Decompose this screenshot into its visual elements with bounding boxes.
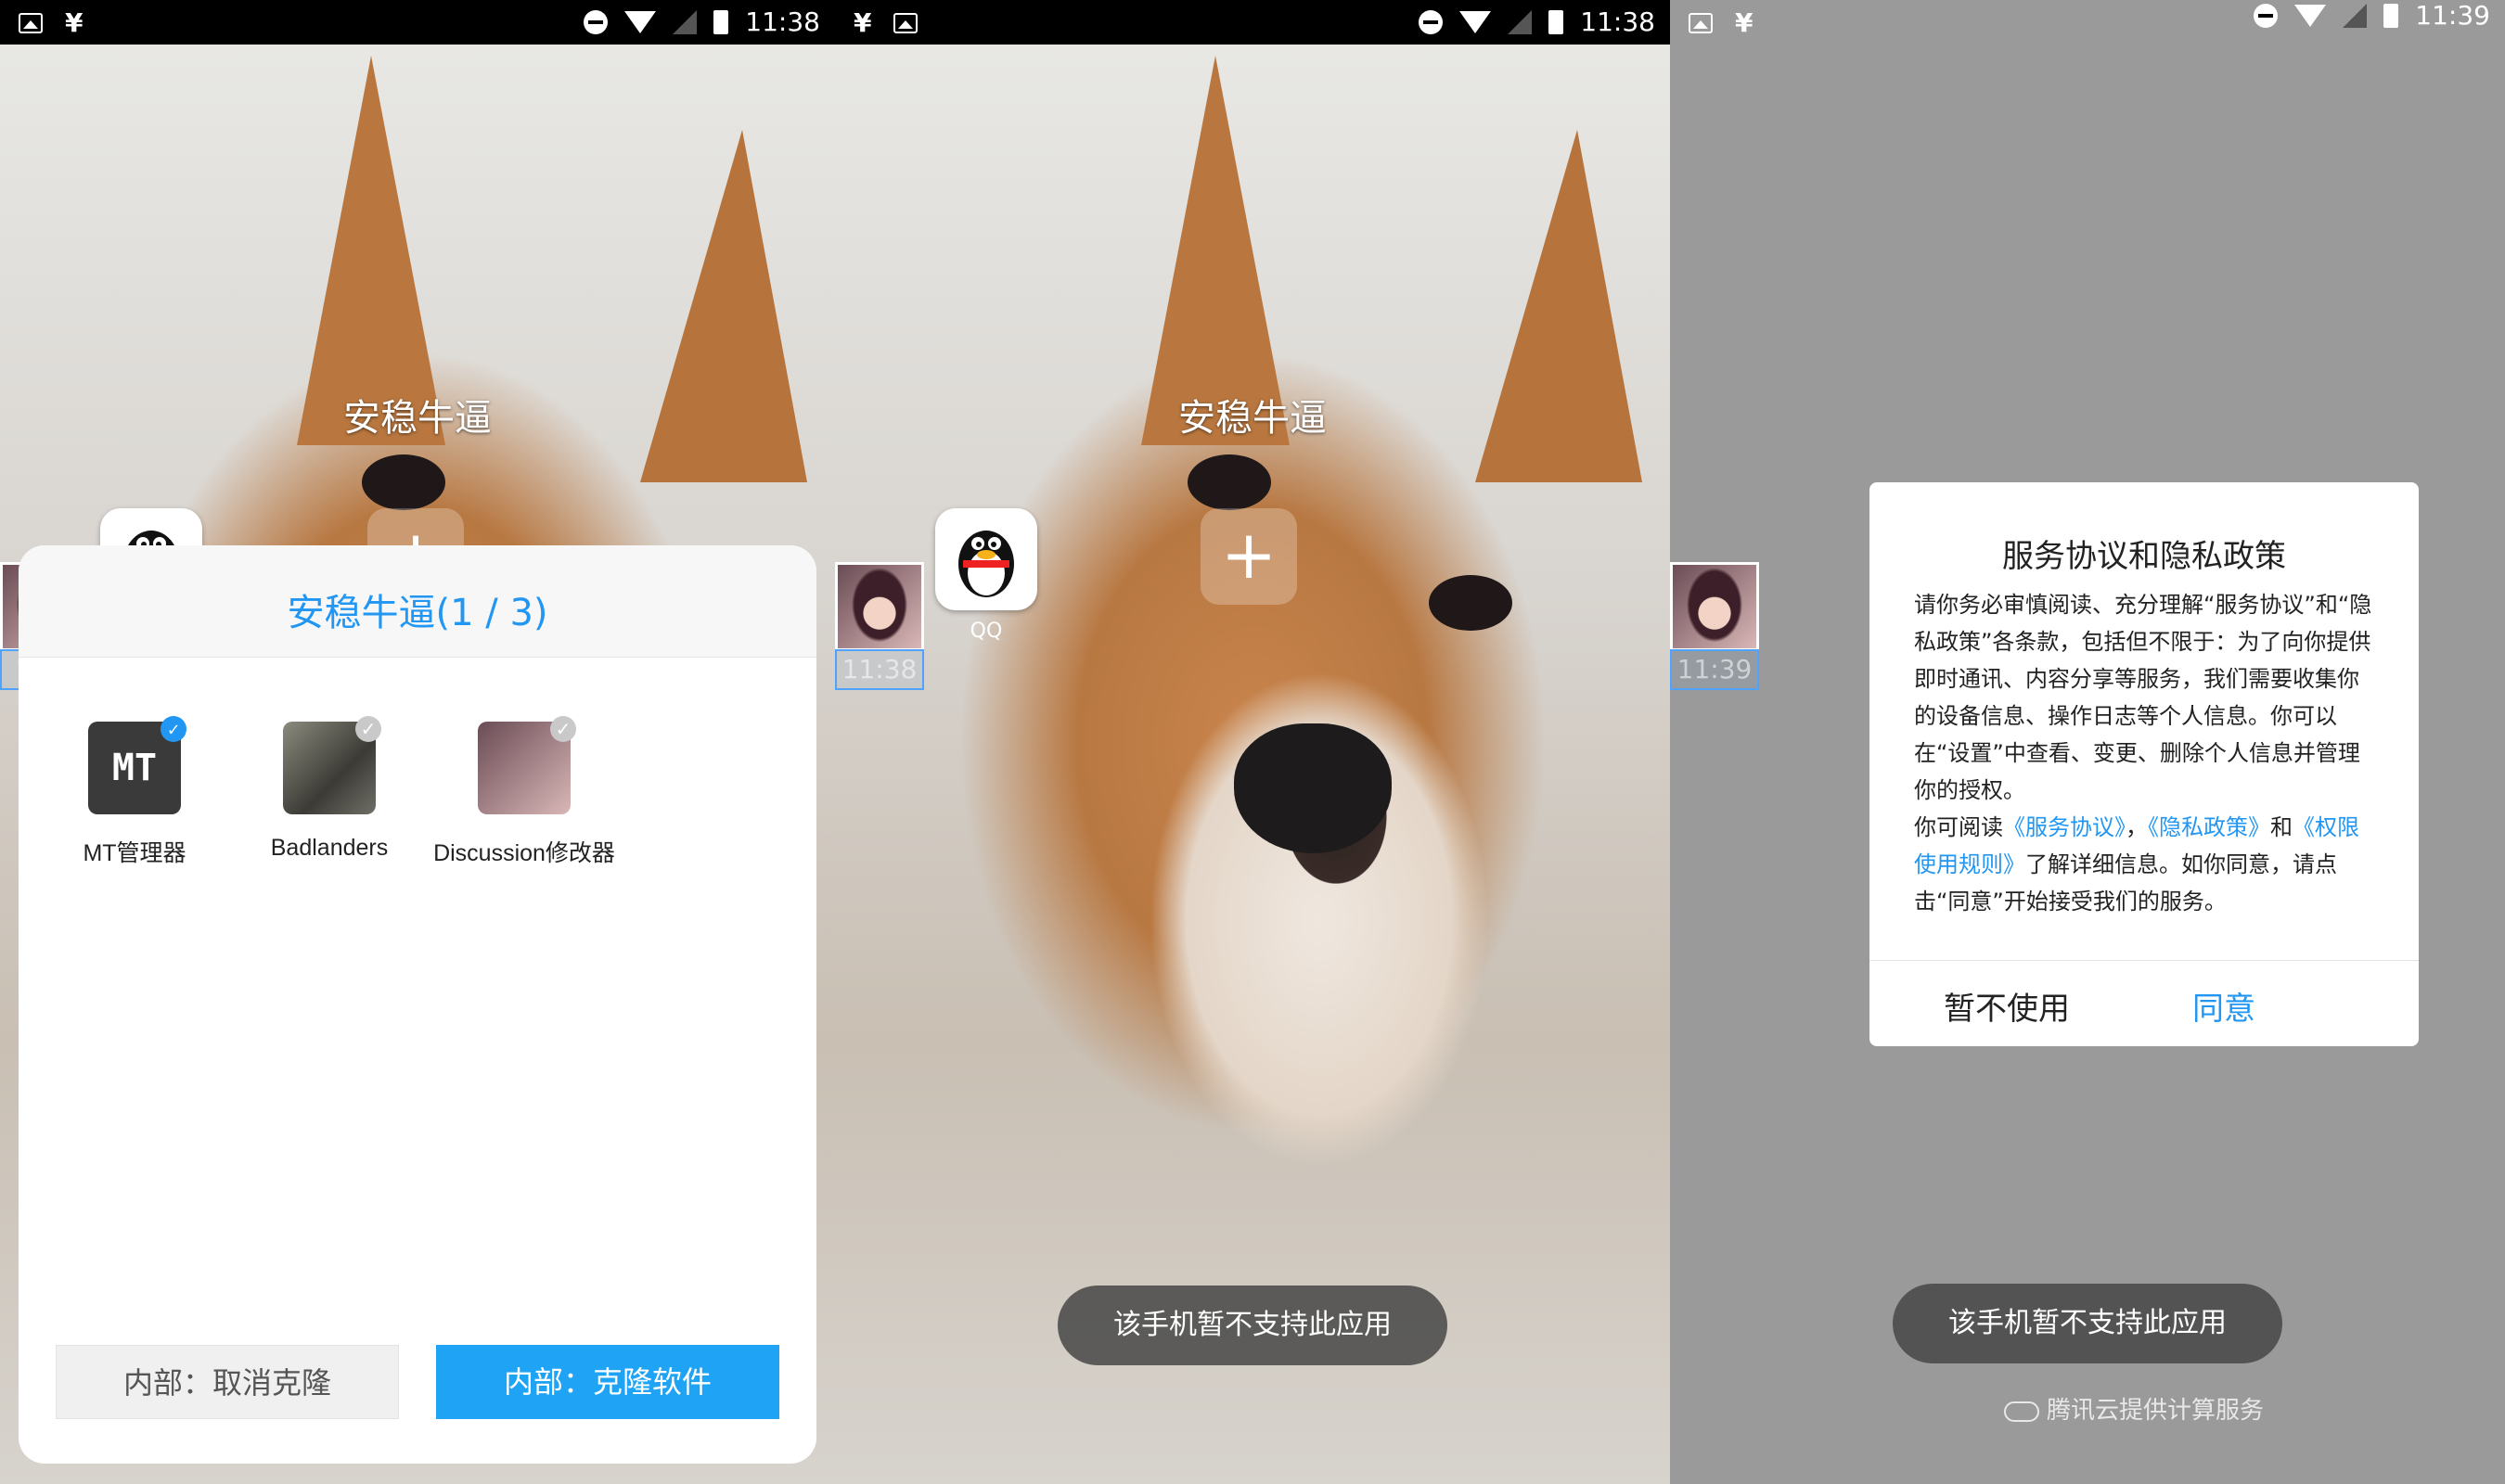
app-item-mt[interactable]: MT ✓ MT管理器: [37, 716, 232, 868]
mt-manager-icon: MT ✓: [88, 716, 186, 814]
clock: 11:39: [2415, 0, 2490, 31]
battery-icon: [1548, 9, 1564, 34]
toast-message: 该手机暂不支持此应用: [1058, 1286, 1447, 1365]
yen-icon: ¥: [854, 7, 872, 38]
app-item-discussion[interactable]: ✓ Discussion修改器: [427, 716, 622, 868]
app-name: Badlanders: [270, 835, 389, 861]
wallpaper-ear: [297, 56, 445, 445]
wallpaper-eye: [1188, 454, 1271, 510]
do-not-disturb-icon: [1419, 9, 1444, 34]
wallpaper-ear: [1141, 56, 1290, 445]
floating-time: 11:38: [835, 649, 924, 690]
decline-button[interactable]: 暂不使用: [1944, 983, 2070, 1029]
app-name: Discussion修改器: [433, 840, 615, 866]
clone-app-button[interactable]: 内部：克隆软件: [436, 1345, 779, 1419]
yen-icon: ¥: [1735, 7, 1754, 38]
qq-label: QQ: [970, 620, 1003, 643]
dialog-title: 服务协议和隐私政策: [2002, 538, 2286, 575]
provider-credit: 腾讯云提供计算服务: [1948, 1391, 2319, 1426]
cloud-icon: [2003, 1401, 2039, 1422]
clock: 11:38: [1580, 6, 1655, 37]
dialog-divider: [1869, 960, 2419, 961]
cancel-clone-button[interactable]: 内部：取消克隆: [56, 1345, 399, 1419]
app-item-badlanders[interactable]: ✓ Badlanders: [232, 716, 427, 862]
folder-title: 安稳牛逼: [343, 397, 492, 440]
dialog-text: 你可阅读: [1914, 814, 2003, 840]
add-app-button[interactable]: +: [1201, 508, 1297, 605]
wallpaper-eye: [362, 454, 445, 510]
yen-icon: ¥: [65, 7, 84, 38]
signal-icon: [673, 9, 698, 34]
wifi-icon: [1459, 10, 1492, 33]
do-not-disturb-icon: [584, 9, 609, 34]
privacy-dialog: 服务协议和隐私政策 请你务必审慎阅读、充分理解“服务协议”和“隐私政策”各条款，…: [1869, 482, 2419, 1046]
launcher-screen: ¥ 11:38 安稳牛逼 QQ + 11:38 该手机暂不支持此应用: [835, 0, 1670, 1484]
signal-icon: [2343, 3, 2368, 28]
privacy-policy-link[interactable]: 《隐私政策》: [2148, 814, 2270, 840]
clone-sheet: 安稳牛逼(1 / 3) MT ✓ MT管理器 ✓ Badlanders ✓ Di…: [19, 545, 816, 1464]
gallery-icon: [19, 12, 43, 33]
floating-avatar[interactable]: [1670, 562, 1759, 651]
wifi-icon: [2294, 4, 2327, 27]
battery-icon: [713, 9, 729, 34]
wallpaper-nose: [1234, 723, 1392, 853]
qq-penguin-icon: [958, 531, 1014, 597]
credit-text: 腾讯云提供计算服务: [2046, 1397, 2264, 1425]
gallery-icon: [1689, 12, 1713, 33]
battery-icon: [2383, 3, 2399, 28]
dialog-paragraph: 你可阅读《服务协议》，《隐私政策》和《权限使用规则》了解详细信息。如你同意，请点…: [1914, 809, 2378, 920]
wifi-icon: [624, 10, 657, 33]
wallpaper-eye: [1429, 575, 1512, 631]
floating-avatar[interactable]: [835, 562, 924, 651]
dialog-text: 和: [2270, 814, 2293, 840]
unchecked-icon: ✓: [355, 716, 381, 742]
dialog-body: 请你务必审慎阅读、充分理解“服务协议”和“隐私政策”各条款，包括但不限于：为了向…: [1914, 586, 2378, 920]
app-name: MT管理器: [83, 840, 186, 866]
agree-button[interactable]: 同意: [2192, 983, 2255, 1029]
discussion-icon: ✓: [478, 716, 576, 814]
qq-app-icon[interactable]: [935, 508, 1037, 610]
unchecked-icon: ✓: [550, 716, 576, 742]
badlanders-icon: ✓: [283, 716, 381, 814]
sheet-title: 安稳牛逼(1 / 3): [287, 592, 548, 634]
floating-time: 11:39: [1670, 649, 1759, 690]
checked-icon: ✓: [161, 716, 186, 742]
status-bar: ¥ 11:38: [835, 0, 1670, 45]
dialog-text: ，: [2126, 814, 2148, 840]
status-bar: ¥ 11:39: [1670, 0, 2505, 45]
dialog-paragraph: 请你务必审慎阅读、充分理解“服务协议”和“隐私政策”各条款，包括但不限于：为了向…: [1914, 592, 2372, 803]
do-not-disturb-icon: [2254, 3, 2279, 28]
status-bar: ¥ 11:38: [0, 0, 835, 45]
folder-title: 安稳牛逼: [1178, 397, 1327, 440]
signal-icon: [1508, 9, 1533, 34]
clock: 11:38: [745, 6, 820, 37]
toast-message: 该手机暂不支持此应用: [1893, 1284, 2282, 1363]
gallery-icon: [893, 12, 918, 33]
clone-folder-screen: ¥ 11:38 安稳牛逼 + 1:38 安稳牛逼(1 / 3) MT ✓: [0, 0, 835, 1484]
service-agreement-link[interactable]: 《服务协议》: [2003, 814, 2126, 840]
